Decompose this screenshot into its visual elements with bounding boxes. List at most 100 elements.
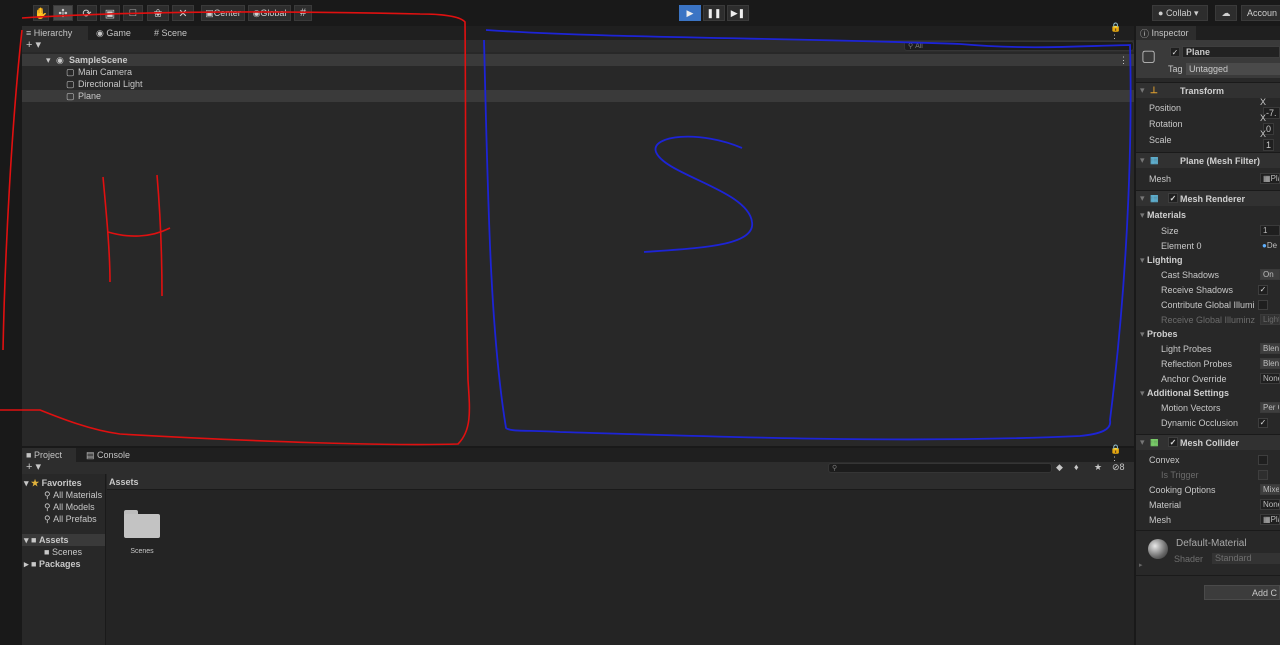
packages-tree-item[interactable]: ▸ ■ Packages bbox=[24, 558, 81, 570]
object-name-field[interactable]: Plane bbox=[1182, 46, 1280, 58]
size-field[interactable]: 1 bbox=[1260, 225, 1280, 236]
size-label: Size bbox=[1161, 225, 1179, 236]
tab-scene[interactable]: # Scene bbox=[150, 26, 200, 40]
materials-section[interactable]: ▾ Materials bbox=[1140, 208, 1186, 222]
favorite-item[interactable]: ⚲ All Materials bbox=[44, 489, 102, 501]
transform-header[interactable]: ▾ ⊥ Transform bbox=[1136, 82, 1280, 98]
hand-tool-icon[interactable]: ✋ bbox=[33, 5, 49, 21]
shader-dropdown[interactable]: Standard bbox=[1212, 553, 1280, 564]
reflection-probes-dropdown[interactable]: Blen bbox=[1260, 358, 1280, 369]
probes-section[interactable]: ▾ Probes bbox=[1140, 327, 1178, 341]
cloud-icon[interactable]: ☁ bbox=[1215, 5, 1237, 21]
scale-tool-icon[interactable]: ▣ bbox=[100, 5, 120, 21]
receive-shadows-checkbox[interactable]: ✓ bbox=[1258, 284, 1268, 295]
filter-label-icon[interactable]: ♦ bbox=[1074, 462, 1079, 472]
probes-label: Probes bbox=[1147, 329, 1178, 339]
materials-label: Materials bbox=[1147, 210, 1187, 220]
is-trigger-label: Is Trigger bbox=[1161, 469, 1199, 480]
collider-material-field[interactable]: None bbox=[1260, 499, 1280, 510]
cooking-options-dropdown[interactable]: Mixe bbox=[1260, 484, 1280, 495]
additional-settings-label: Additional Settings bbox=[1147, 388, 1230, 398]
tab-game-label: Game bbox=[106, 28, 131, 38]
grid-snap-icon[interactable]: # bbox=[294, 5, 312, 21]
dynamic-occlusion-checkbox[interactable]: ✓ bbox=[1258, 417, 1268, 428]
hierarchy-item[interactable]: ▢ Directional Light bbox=[22, 78, 1134, 90]
tab-hierarchy[interactable]: ≡ Hierarchy bbox=[22, 26, 88, 40]
mesh-renderer-enabled-checkbox[interactable]: ✓ bbox=[1168, 193, 1178, 203]
assets-tree-item[interactable]: ▾ ■ Assets bbox=[22, 534, 105, 546]
element0-row: Element 0 ● De bbox=[1136, 238, 1280, 253]
mesh-label: Mesh bbox=[1149, 173, 1172, 184]
hierarchy-item[interactable]: ▢ Main Camera bbox=[22, 66, 1134, 78]
mesh-collider-enabled-checkbox[interactable]: ✓ bbox=[1168, 437, 1178, 447]
pivot-center-toggle[interactable]: ▣ Center bbox=[201, 5, 245, 21]
mesh-filter-header[interactable]: ▾ ▦ Plane (Mesh Filter) bbox=[1136, 152, 1280, 168]
active-checkbox[interactable]: ✓ bbox=[1170, 47, 1180, 57]
play-button[interactable]: ▶ bbox=[679, 5, 701, 21]
hidden-packages-icon[interactable]: ⊘8 bbox=[1112, 462, 1125, 473]
add-component-button[interactable]: Add C bbox=[1204, 585, 1280, 600]
breadcrumb-assets[interactable]: Assets bbox=[109, 477, 139, 487]
motion-vectors-dropdown[interactable]: Per C bbox=[1260, 402, 1280, 413]
hierarchy-item[interactable]: ▢ Plane bbox=[22, 90, 1134, 102]
anchor-override-field[interactable]: None bbox=[1260, 373, 1280, 384]
move-tool-icon[interactable]: ✣ bbox=[53, 5, 73, 21]
cast-shadows-dropdown[interactable]: On bbox=[1260, 269, 1280, 280]
additional-settings-section[interactable]: ▾ Additional Settings bbox=[1140, 386, 1229, 400]
panel-lock-menu-icon[interactable]: 🔒 ⋮ bbox=[1106, 22, 1132, 43]
mesh-field[interactable]: ▦Pla bbox=[1260, 173, 1280, 184]
pause-button[interactable]: ❚❚ bbox=[703, 5, 725, 21]
scale-x-value[interactable]: 1 bbox=[1263, 138, 1275, 151]
gameobject-icon: ▢ bbox=[66, 78, 75, 89]
tab-console[interactable]: ▤ Console bbox=[82, 448, 142, 462]
gamepad-icon: ◉ bbox=[96, 27, 107, 38]
rect-tool-icon[interactable]: □ bbox=[123, 5, 143, 21]
contribute-gi-checkbox[interactable] bbox=[1258, 299, 1268, 310]
mesh-collider-title: Mesh Collider bbox=[1180, 437, 1240, 448]
lighting-section[interactable]: ▾ Lighting bbox=[1140, 253, 1183, 267]
material-preview[interactable]: Default-Material Shader Standard ▸ bbox=[1136, 530, 1280, 576]
mesh-renderer-header[interactable]: ▾ ▦ ✓ Mesh Renderer bbox=[1136, 190, 1280, 206]
collider-mesh-field[interactable]: ▦Pla bbox=[1260, 514, 1280, 525]
collab-button[interactable]: ● Collab ▾ bbox=[1152, 5, 1208, 21]
asset-folder-item[interactable]: ■ Scenes bbox=[44, 546, 82, 558]
tag-dropdown[interactable]: Untagged bbox=[1186, 63, 1280, 75]
account-button[interactable]: Accoun bbox=[1241, 5, 1280, 21]
tab-inspector-label: Inspector bbox=[1151, 28, 1189, 38]
tab-game[interactable]: ◉ Game bbox=[92, 26, 142, 40]
rotate-tool-icon[interactable]: ⟳ bbox=[77, 5, 97, 21]
favorite-item[interactable]: ⚲ All Prefabs bbox=[44, 513, 97, 525]
scale-x-field[interactable]: X1 bbox=[1260, 129, 1280, 151]
convex-checkbox[interactable] bbox=[1258, 454, 1268, 465]
mesh-filter-icon: ▦ bbox=[1150, 155, 1159, 165]
element0-field[interactable]: ● De bbox=[1260, 240, 1280, 251]
reflection-probes-label: Reflection Probes bbox=[1161, 358, 1233, 369]
hierarchy-add-button[interactable]: + ▾ bbox=[26, 40, 41, 51]
project-lock-menu-icon[interactable]: 🔒 ⋮ bbox=[1106, 444, 1132, 465]
asset-item-label[interactable]: Scenes bbox=[118, 548, 166, 555]
scene-row[interactable]: ▾ ◉ SampleScene ⋮ bbox=[22, 54, 1134, 66]
mesh-collider-header[interactable]: ▾ ▦ ✓ Mesh Collider bbox=[1136, 434, 1280, 450]
motion-vectors-label: Motion Vectors bbox=[1161, 402, 1221, 413]
custom-tool-icon[interactable]: ✕ bbox=[172, 5, 194, 21]
object-header: ▢ ✓ Plane Tag Untagged bbox=[1136, 40, 1280, 78]
project-tree: ▾ ★ Favorites ⚲ All Materials ⚲ All Mode… bbox=[22, 474, 106, 645]
transform-tool-icon[interactable]: ❀ bbox=[147, 5, 169, 21]
scene-search-input[interactable]: ⚲ All bbox=[904, 41, 1134, 51]
project-search-input[interactable]: ⚲ bbox=[828, 463, 1052, 473]
tab-scene-label: Scene bbox=[161, 28, 188, 38]
folder-icon[interactable] bbox=[124, 510, 160, 538]
transform-icon: ⊥ bbox=[1150, 85, 1158, 95]
light-probes-dropdown[interactable]: Blen bbox=[1260, 343, 1280, 354]
filter-type-icon[interactable]: ◆ bbox=[1056, 462, 1063, 473]
tab-project[interactable]: ■ Project bbox=[22, 448, 76, 462]
favorite-star-icon[interactable]: ★ bbox=[1094, 462, 1102, 473]
favorite-item[interactable]: ⚲ All Models bbox=[44, 501, 95, 513]
tab-inspector[interactable]: ⓘ Inspector bbox=[1136, 26, 1196, 40]
packages-tree-label: Packages bbox=[38, 559, 81, 569]
project-add-button[interactable]: + ▾ bbox=[26, 462, 41, 473]
favorites-header[interactable]: ▾ ★ Favorites bbox=[24, 477, 82, 489]
step-button[interactable]: ▶❚ bbox=[727, 5, 749, 21]
space-global-toggle[interactable]: ◉ Global bbox=[248, 5, 291, 21]
scene-menu-icon[interactable]: ⋮ bbox=[1119, 55, 1128, 66]
